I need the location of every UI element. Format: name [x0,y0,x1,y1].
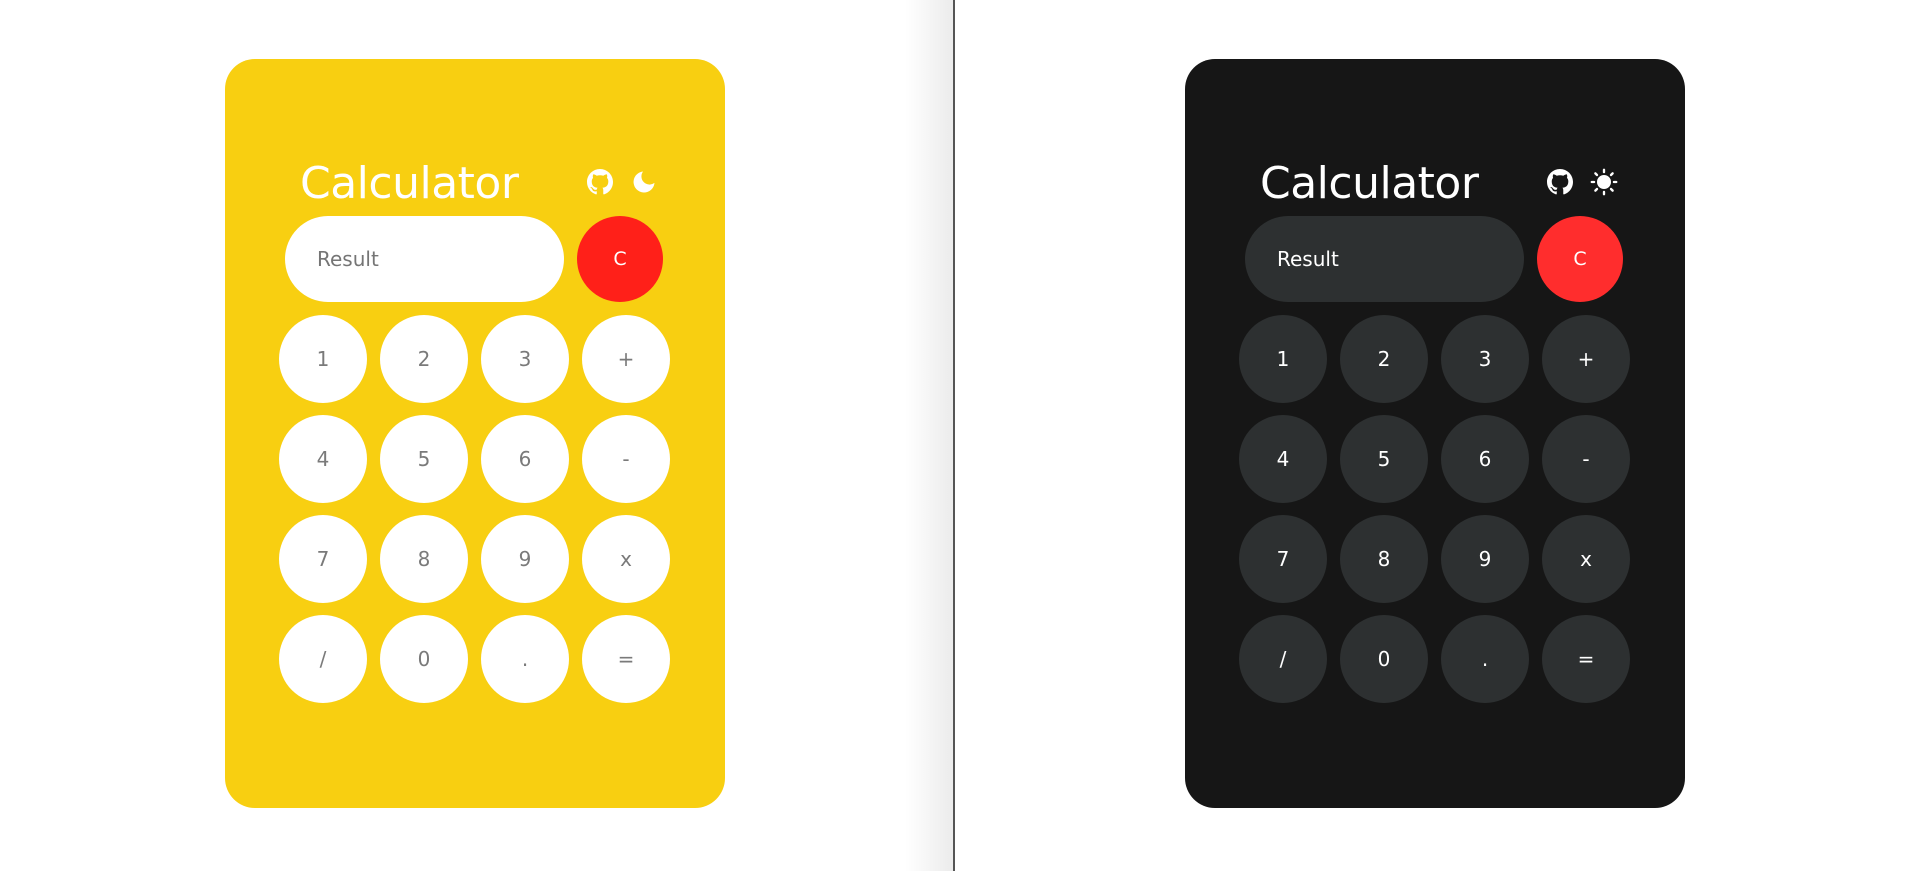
key-1[interactable]: 1 [279,315,367,403]
key-8[interactable]: 8 [380,515,468,603]
key-9[interactable]: 9 [1441,515,1529,603]
keypad: 1 2 3 + 4 5 6 - 7 8 9 x / 0 . = [279,315,670,703]
key-0[interactable]: 0 [1340,615,1428,703]
key-7[interactable]: 7 [279,515,367,603]
key-2[interactable]: 2 [380,315,468,403]
github-icon[interactable] [1545,167,1575,197]
key-plus[interactable]: + [1542,315,1630,403]
key-4[interactable]: 4 [279,415,367,503]
clear-button[interactable]: C [1537,216,1623,302]
header-icons [1545,167,1619,197]
key-3[interactable]: 3 [481,315,569,403]
key-plus[interactable]: + [582,315,670,403]
key-multiply[interactable]: x [582,515,670,603]
key-minus[interactable]: - [1542,415,1630,503]
dark-theme-panel: Calculator Result C 1 2 3 + 4 5 6 - 7 8 … [954,0,1907,871]
key-7[interactable]: 7 [1239,515,1327,603]
key-divide[interactable]: / [279,615,367,703]
header-icons [585,167,659,197]
sun-icon[interactable] [1589,167,1619,197]
key-0[interactable]: 0 [380,615,468,703]
key-multiply[interactable]: x [1542,515,1630,603]
github-icon[interactable] [585,167,615,197]
moon-icon[interactable] [629,167,659,197]
calculator-card-light: Calculator Result C 1 2 3 + 4 5 6 - 7 8 … [225,59,725,808]
key-5[interactable]: 5 [1340,415,1428,503]
key-equals[interactable]: = [582,615,670,703]
key-decimal[interactable]: . [481,615,569,703]
key-2[interactable]: 2 [1340,315,1428,403]
clear-button[interactable]: C [577,216,663,302]
page-title: Calculator [300,158,519,209]
key-6[interactable]: 6 [1441,415,1529,503]
key-9[interactable]: 9 [481,515,569,603]
key-minus[interactable]: - [582,415,670,503]
key-3[interactable]: 3 [1441,315,1529,403]
key-1[interactable]: 1 [1239,315,1327,403]
page-title: Calculator [1260,158,1479,209]
key-5[interactable]: 5 [380,415,468,503]
screenshot-stage: Calculator Result C 1 2 3 + 4 5 6 - 7 8 … [0,0,1907,871]
light-theme-panel: Calculator Result C 1 2 3 + 4 5 6 - 7 8 … [0,0,954,871]
key-4[interactable]: 4 [1239,415,1327,503]
key-divide[interactable]: / [1239,615,1327,703]
key-decimal[interactable]: . [1441,615,1529,703]
calculator-card-dark: Calculator Result C 1 2 3 + 4 5 6 - 7 8 … [1185,59,1685,808]
result-display[interactable]: Result [285,216,564,302]
result-display[interactable]: Result [1245,216,1524,302]
key-equals[interactable]: = [1542,615,1630,703]
keypad: 1 2 3 + 4 5 6 - 7 8 9 x / 0 . = [1239,315,1630,703]
key-6[interactable]: 6 [481,415,569,503]
key-8[interactable]: 8 [1340,515,1428,603]
